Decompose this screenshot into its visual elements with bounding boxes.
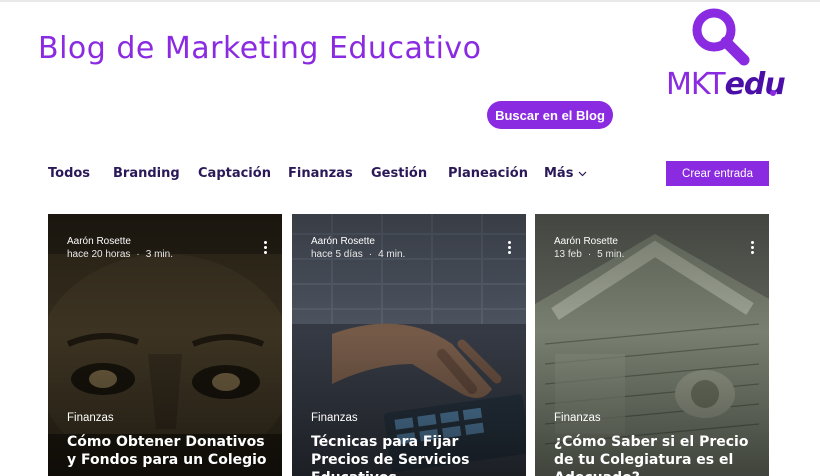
post-time: hace 5 días bbox=[311, 249, 363, 260]
nav-item-finanzas[interactable]: Finanzas bbox=[288, 166, 353, 181]
magnifier-logo-icon bbox=[692, 8, 750, 66]
meta-separator: · bbox=[587, 249, 592, 260]
post-author[interactable]: Aarón Rosette bbox=[554, 236, 618, 247]
post-author[interactable]: Aarón Rosette bbox=[67, 236, 131, 247]
post-title[interactable]: ¿Cómo Saber si el Precio de tu Colegiatu… bbox=[554, 433, 754, 476]
post-read-time: 3 min. bbox=[145, 249, 173, 260]
post-time: 13 feb bbox=[554, 249, 582, 260]
nav-item-todos[interactable]: Todos bbox=[48, 166, 90, 181]
meta-separator: · bbox=[368, 249, 373, 260]
nav-more-label: Más bbox=[544, 166, 574, 181]
logo-text-mkt: MKT bbox=[666, 67, 726, 102]
nav-item-captacion[interactable]: Captación bbox=[198, 166, 271, 181]
post-category[interactable]: Finanzas bbox=[311, 412, 358, 424]
chevron-down-icon bbox=[579, 171, 587, 176]
site-title[interactable]: Blog de Marketing Educativo bbox=[38, 31, 482, 66]
logo-text-edu: edu bbox=[724, 67, 786, 102]
nav-item-branding[interactable]: Branding bbox=[113, 166, 180, 181]
nav-item-gestion[interactable]: Gestión bbox=[371, 166, 427, 181]
post-time: hace 20 horas bbox=[67, 249, 131, 260]
post-author[interactable]: Aarón Rosette bbox=[311, 236, 375, 247]
post-meta: hace 5 días · 4 min. bbox=[311, 249, 405, 260]
logo-registered-mark bbox=[770, 90, 776, 96]
post-title[interactable]: Cómo Obtener Donativos y Fondos para un … bbox=[67, 433, 267, 469]
post-read-time: 5 min. bbox=[597, 249, 625, 260]
post-meta: 13 feb · 5 min. bbox=[554, 249, 624, 260]
post-title[interactable]: Técnicas para Fijar Precios de Servicios… bbox=[311, 433, 511, 476]
nav-item-planeacion[interactable]: Planeación bbox=[448, 166, 528, 181]
search-blog-button[interactable]: Buscar en el Blog bbox=[487, 101, 613, 129]
post-category[interactable]: Finanzas bbox=[554, 412, 601, 424]
more-options-icon[interactable] bbox=[508, 241, 512, 255]
post-card[interactable]: Aarón Rosette 13 feb · 5 min. Finanzas ¿Có… bbox=[535, 214, 769, 476]
meta-separator: · bbox=[136, 249, 140, 260]
logo-wordmark: MKTedu bbox=[666, 67, 786, 102]
more-options-icon[interactable] bbox=[264, 241, 268, 255]
post-category[interactable]: Finanzas bbox=[67, 412, 114, 424]
post-meta: hace 20 horas · 3 min. bbox=[67, 249, 173, 260]
create-post-button[interactable]: Crear entrada bbox=[666, 161, 769, 186]
category-nav: Todos Branding Captación Finanzas Gestió… bbox=[48, 160, 608, 188]
top-divider bbox=[0, 0, 820, 2]
post-card[interactable]: Aarón Rosette hace 5 días · 4 min. Finanza… bbox=[292, 214, 526, 476]
post-read-time: 4 min. bbox=[378, 249, 406, 260]
mktedu-logo[interactable]: MKTedu bbox=[664, 6, 786, 102]
post-card[interactable]: Aarón Rosette hace 20 horas · 3 min. Finan… bbox=[48, 214, 282, 476]
nav-more-menu[interactable]: Más bbox=[544, 166, 587, 181]
more-options-icon[interactable] bbox=[751, 241, 755, 255]
